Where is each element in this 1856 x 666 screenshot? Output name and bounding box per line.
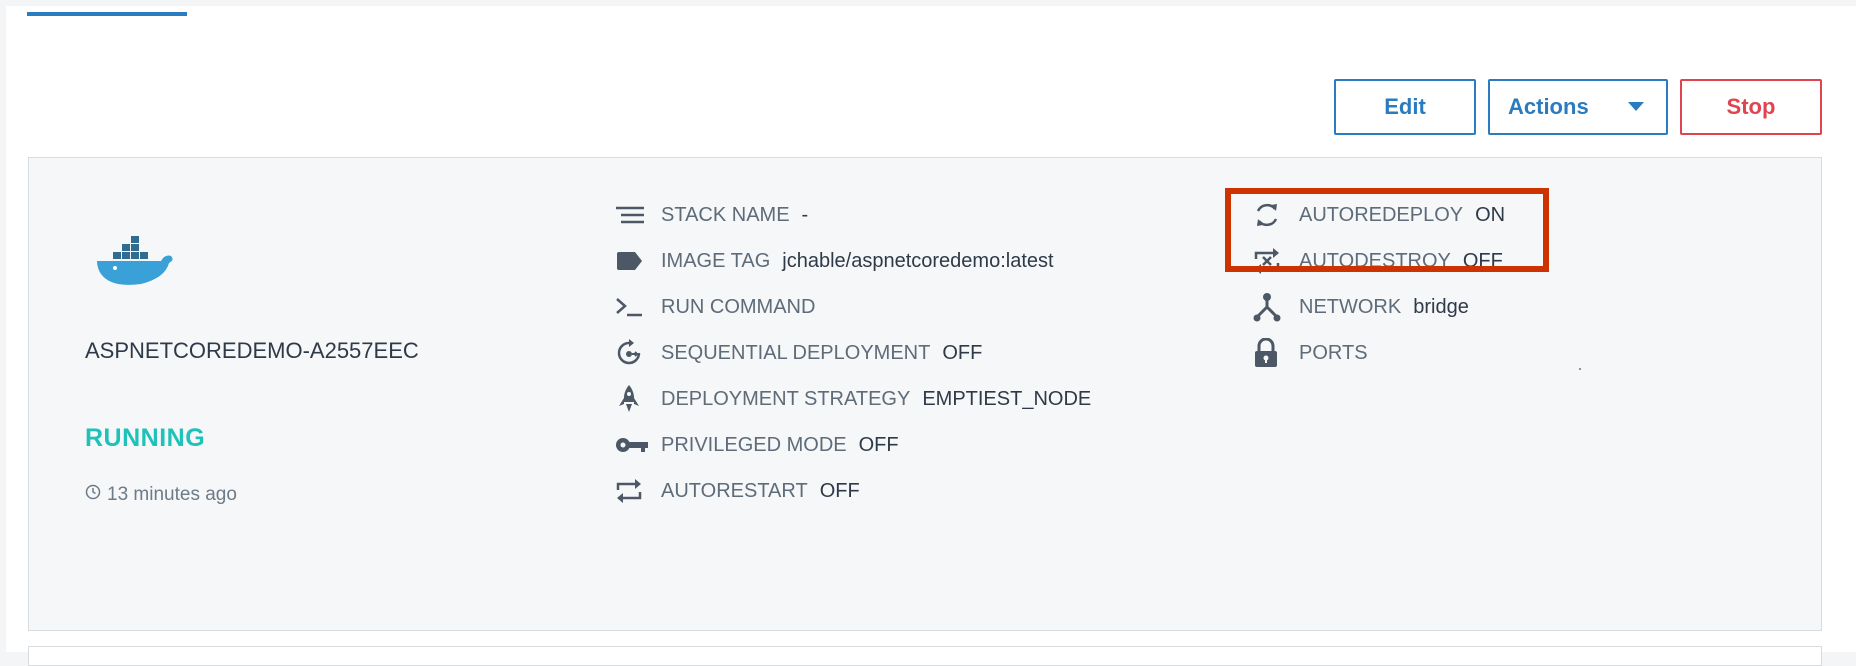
active-tab-indicator	[27, 12, 187, 16]
detail-value: bridge	[1413, 295, 1469, 318]
actions-button-label: Actions	[1508, 94, 1589, 119]
lock-icon	[1253, 338, 1287, 368]
detail-label: PORTS	[1299, 341, 1368, 364]
detail-label: RUN COMMAND	[661, 295, 816, 318]
edit-button[interactable]: Edit	[1334, 79, 1476, 135]
tag-icon	[615, 246, 649, 276]
detail-value: OFF	[942, 341, 983, 364]
detail-value: EMPTIEST_NODE	[922, 387, 1092, 410]
actions-dropdown-button[interactable]: Actions	[1488, 79, 1668, 135]
edit-button-label: Edit	[1384, 94, 1426, 119]
detail-label: SEQUENTIAL DEPLOYMENT	[661, 341, 931, 364]
service-name: ASPNETCOREDEMO-A2557EEC	[85, 338, 419, 363]
detail-value: OFF	[819, 479, 860, 502]
detail-privileged-mode: PRIVILEGED MODE OFF	[615, 430, 899, 460]
detail-label: IMAGE TAG	[661, 249, 771, 272]
clock-icon	[85, 484, 101, 506]
detail-image-tag: IMAGE TAG jchable/aspnetcoredemo:latest	[615, 246, 1054, 276]
detail-label: AUTORESTART	[661, 479, 808, 502]
last-updated-text: 13 minutes ago	[107, 484, 237, 505]
autoredeploy-highlight-box	[1225, 188, 1549, 272]
detail-deployment-strategy: DEPLOYMENT STRATEGY EMPTIEST_NODE	[615, 384, 1091, 414]
list-lines-icon	[615, 200, 649, 230]
detail-sequential-deployment: SEQUENTIAL DEPLOYMENT OFF	[615, 338, 982, 368]
sequential-deploy-icon	[615, 338, 649, 368]
key-icon	[615, 430, 649, 460]
detail-value: OFF	[858, 433, 899, 456]
network-icon	[1253, 292, 1287, 322]
terminal-icon	[615, 292, 649, 322]
stray-dot	[1579, 368, 1581, 370]
detail-network: NETWORK bridge	[1253, 292, 1469, 322]
detail-autorestart: AUTORESTART OFF	[615, 476, 860, 506]
detail-label: DEPLOYMENT STRATEGY	[661, 387, 911, 410]
detail-value: -	[801, 203, 809, 226]
rocket-icon	[615, 384, 649, 414]
repeat-icon	[615, 476, 649, 506]
chevron-down-icon	[1628, 102, 1644, 111]
detail-run-command: RUN COMMAND	[615, 292, 827, 322]
last-updated: 13 minutes ago	[85, 484, 237, 506]
service-details-panel: ASPNETCOREDEMO-A2557EEC RUNNING 13 minut…	[28, 157, 1822, 631]
detail-label: PRIVILEGED MODE	[661, 433, 847, 456]
stop-button-label: Stop	[1726, 94, 1776, 119]
status-badge: RUNNING	[85, 424, 206, 452]
page: Edit Actions Stop ASPNETCOREDEMO-A2557EE…	[6, 6, 1856, 666]
stop-button[interactable]: Stop	[1680, 79, 1822, 135]
docker-whale-icon	[91, 234, 177, 293]
detail-ports: PORTS	[1253, 338, 1380, 368]
detail-label: STACK NAME	[661, 203, 790, 226]
detail-stack-name: STACK NAME -	[615, 200, 808, 230]
detail-value: jchable/aspnetcoredemo:latest	[782, 249, 1054, 272]
detail-label: NETWORK	[1299, 295, 1402, 318]
next-panel-edge	[28, 646, 1822, 666]
